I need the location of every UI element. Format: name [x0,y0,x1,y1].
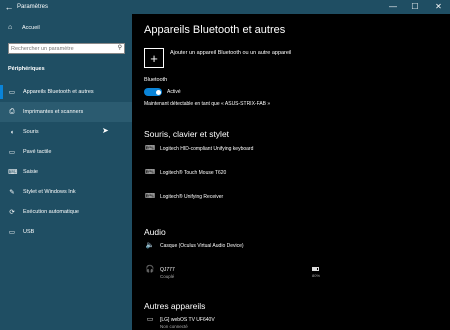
search-icon[interactable]: ⚲ [118,44,122,53]
device-item[interactable]: ⌨ Logitech HID-compliant Unifying keyboa… [144,145,253,153]
device-name: Logitech® Unifying Receiver [160,194,224,200]
home-label: Accueil [22,24,40,31]
minimize-button[interactable]: — [382,0,404,14]
sidebar-item-printers[interactable]: ⎙ Imprimantes et scanners [0,102,132,122]
sidebar-nav: ▭ Appareils Bluetooth et autres ⎙ Imprim… [0,82,132,242]
section-audio: Audio [144,227,166,237]
sidebar-item-autoplay[interactable]: ⟳ Exécution automatique [0,202,132,222]
sidebar-item-touchpad[interactable]: ▭ Pavé tactile [0,142,132,162]
mouse-icon: ◖ [10,128,14,136]
sidebar-item-home[interactable]: ⌂ Accueil [8,24,40,31]
sidebar-item-label: Saisie [23,169,38,175]
device-name: Logitech® Touch Mouse T620 [160,170,227,176]
sidebar-item-usb[interactable]: ▭ USB [0,222,132,242]
battery-indicator: 80% [312,267,320,278]
sidebar-item-pen[interactable]: ✎ Stylet et Windows Ink [0,182,132,202]
device-item[interactable]: ▭ [LG] webOS TV UF640V Non connecté [144,316,215,329]
sidebar-item-mouse[interactable]: ◖ Souris [0,122,132,142]
search-box[interactable]: ⚲ [8,43,125,54]
device-status: Couplé [160,274,175,279]
keyboard-icon: ⌨ [144,145,156,152]
window-title: Paramètres [17,4,49,10]
section-other-devices: Autres appareils [144,301,206,311]
device-status: Non connecté [160,324,188,329]
battery-icon [312,267,319,271]
sidebar-item-label: Pavé tactile [23,149,52,155]
sidebar-item-bluetooth[interactable]: ▭ Appareils Bluetooth et autres [0,82,132,102]
back-arrow-icon[interactable]: ← [2,0,16,14]
tv-icon: ▭ [146,316,154,323]
device-item[interactable]: ⌨ Logitech® Touch Mouse T620 [144,169,226,177]
battery-percent: 80% [312,273,321,278]
plus-icon: + [144,48,164,68]
device-item[interactable]: ⌨ Logitech® Unifying Receiver [144,193,223,201]
sidebar-item-label: Exécution automatique [23,209,79,215]
usb-icon: ▭ [8,229,16,236]
bluetooth-device-icon: ▭ [8,89,16,96]
maximize-button[interactable]: ☐ [404,0,426,14]
sidebar-item-label: Stylet et Windows Ink [23,189,76,195]
device-name: [LG] webOS TV UF640V [160,317,215,323]
bluetooth-label: Bluetooth [144,77,168,83]
main-content: Appareils Bluetooth et autres + Ajouter … [132,14,450,330]
bluetooth-toggle[interactable] [144,88,162,96]
page-title: Appareils Bluetooth et autres [144,24,286,36]
sidebar-item-typing[interactable]: ⌨ Saisie [0,162,132,182]
toggle-knob [155,89,161,95]
title-bar: ← Paramètres — ☐ ✕ [0,0,450,14]
discoverable-text: Maintenant détectable en tant que « ASUS… [144,101,271,107]
sidebar-item-label: USB [23,229,35,235]
add-device-button[interactable]: + Ajouter un appareil Bluetooth ou un au… [144,48,291,68]
keyboard-icon: ⌨ [8,169,18,176]
speaker-icon: 🔈 [145,242,155,249]
device-name: QJ777 [160,267,175,273]
printer-icon: ⎙ [9,108,15,115]
headset-icon: 🎧 [145,266,155,273]
device-name: Logitech HID-compliant Unifying keyboard [160,146,254,152]
search-input[interactable] [11,44,111,53]
sidebar-item-label: Appareils Bluetooth et autres [23,89,94,95]
autoplay-icon: ⟳ [9,209,15,216]
close-button[interactable]: ✕ [427,0,450,14]
sidebar-section-title: Périphériques [8,66,45,72]
add-device-label: Ajouter un appareil Bluetooth ou un autr… [170,49,292,56]
touchpad-icon: ▭ [8,149,16,156]
device-name: Casque (Oculus Virtual Audio Device) [160,243,244,249]
sidebar: ⌂ Accueil ⚲ Périphériques ▭ Appareils Bl… [0,14,132,330]
device-item[interactable]: 🔈 Casque (Oculus Virtual Audio Device) [144,242,244,250]
home-icon: ⌂ [8,24,13,31]
device-item[interactable]: 🎧 QJ777 Couplé [144,266,175,279]
mouse-cursor-icon: ➤ [102,126,109,135]
pen-icon: ✎ [9,189,15,196]
sidebar-item-label: Souris [23,129,39,135]
keyboard-icon: ⌨ [144,169,156,176]
section-input-devices: Souris, clavier et stylet [144,129,230,139]
keyboard-icon: ⌨ [144,193,156,200]
sidebar-item-label: Imprimantes et scanners [23,109,84,115]
bluetooth-state: Activé [167,89,181,95]
